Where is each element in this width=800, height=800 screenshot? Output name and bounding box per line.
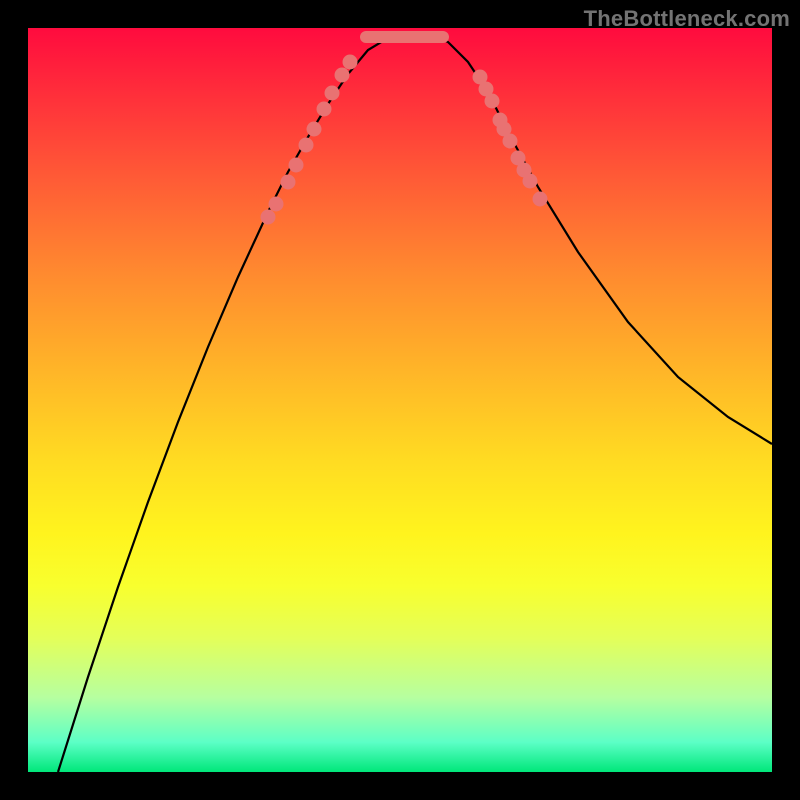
curve-marker (325, 86, 340, 101)
bottleneck-curve (58, 34, 772, 772)
curve-marker (503, 134, 518, 149)
curve-marker (485, 94, 500, 109)
curve-marker (317, 102, 332, 117)
curve-marker (281, 175, 296, 190)
curve-marker (261, 210, 276, 225)
curve-marker (335, 68, 350, 83)
chart-frame (28, 28, 772, 772)
curve-marker (299, 138, 314, 153)
curve-marker (307, 122, 322, 137)
watermark-text: TheBottleneck.com (584, 6, 790, 32)
curve-marker (533, 192, 548, 207)
curve-marker (343, 55, 358, 70)
curve-marker (269, 197, 284, 212)
curve-marker (289, 158, 304, 173)
chart-svg (28, 28, 772, 772)
markers-left (261, 55, 358, 225)
curve-marker (523, 174, 538, 189)
